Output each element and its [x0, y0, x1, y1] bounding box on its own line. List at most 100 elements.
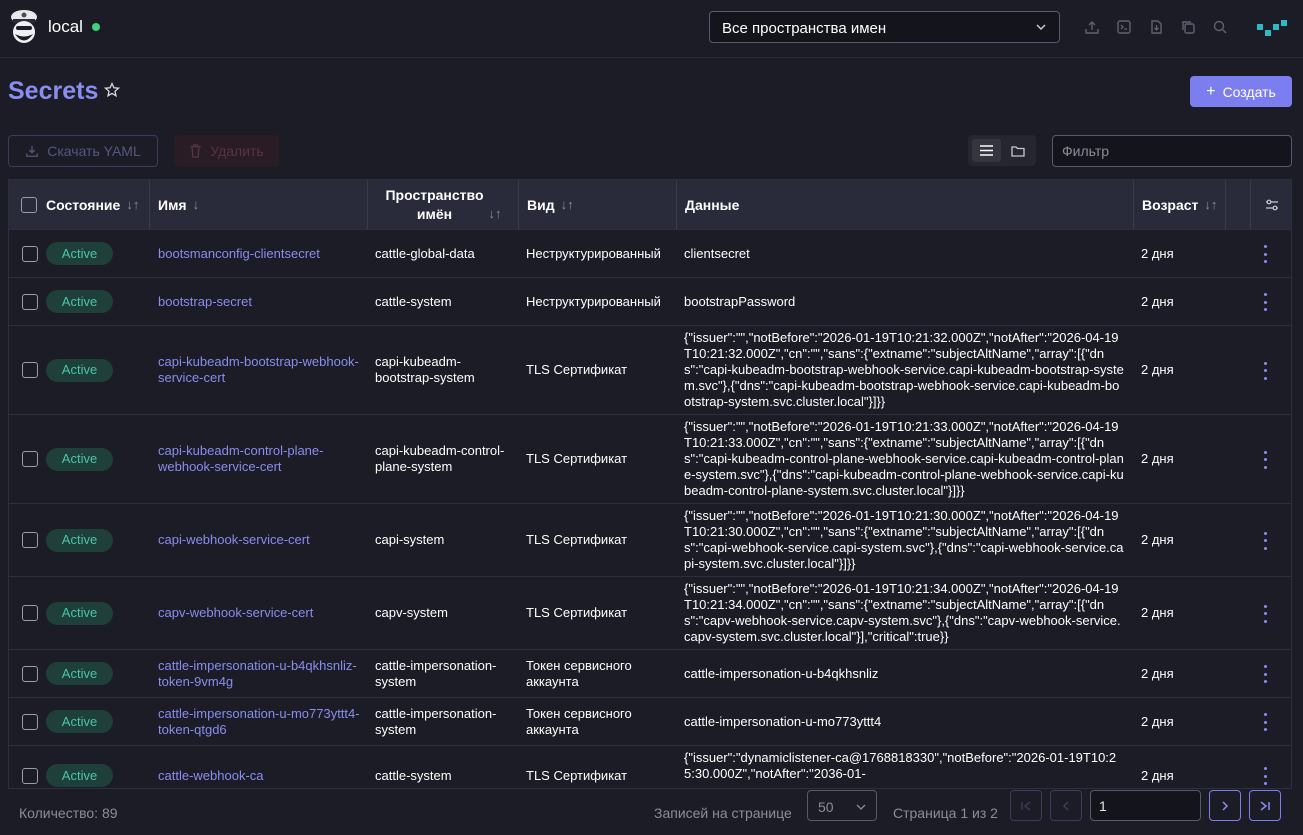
column-namespace[interactable]: Пространство имён ↓↑: [368, 180, 519, 229]
secret-name-link[interactable]: bootstrap-secret: [158, 294, 252, 310]
cluster-name[interactable]: local: [48, 17, 83, 37]
plus-icon: +: [1206, 82, 1216, 100]
state-cell: Active: [9, 230, 150, 277]
secret-name-link[interactable]: bootsmanconfig-clientsecret: [158, 246, 320, 262]
kubectl-shell-icon[interactable]: [1116, 19, 1132, 35]
secret-name-link[interactable]: cattle-webhook-ca: [158, 768, 264, 784]
status-badge: Active: [46, 764, 113, 787]
create-button[interactable]: + Создать: [1190, 76, 1292, 107]
search-icon[interactable]: [1212, 19, 1228, 35]
row-actions-button[interactable]: [1261, 245, 1269, 263]
group-view-button[interactable]: [1006, 139, 1029, 162]
name-cell: cattle-webhook-ca: [158, 746, 363, 788]
status-badge: Active: [46, 242, 113, 265]
per-page-value: 50: [818, 799, 834, 815]
state-cell: Active: [9, 415, 150, 503]
download-kubeconfig-icon[interactable]: [1148, 19, 1164, 35]
star-icon[interactable]: [104, 82, 120, 98]
name-cell: capv-webhook-service-cert: [158, 577, 363, 649]
table-row[interactable]: Active bootsmanconfig-clientsecret cattle-…: [9, 229, 1291, 277]
column-age[interactable]: Возраст ↓↑: [1134, 180, 1226, 229]
secret-name-link[interactable]: capi-kubeadm-control-plane-webhook-servi…: [158, 443, 363, 475]
data-cell: {"issuer":"","notBefore":"2026-01-19T10:…: [684, 330, 1124, 409]
namespace-cell: capi-kubeadm-control-plane-system: [375, 443, 505, 474]
table-row[interactable]: Active capv-webhook-service-cert capv-syst…: [9, 576, 1291, 649]
table-row[interactable]: Active capi-webhook-service-cert capi-syst…: [9, 503, 1291, 576]
row-actions-button[interactable]: [1261, 450, 1269, 469]
column-spacer: [1226, 180, 1251, 229]
filter-input[interactable]: [1052, 135, 1292, 167]
name-cell: cattle-impersonation-u-b4qkhsnliz-token-…: [158, 650, 363, 697]
status-badge: Active: [46, 290, 113, 313]
last-page-icon: [1260, 800, 1270, 811]
secret-name-link[interactable]: capi-kubeadm-bootstrap-webhook-service-c…: [158, 354, 363, 386]
app-logo-icon[interactable]: [1255, 16, 1289, 40]
row-actions-button[interactable]: [1261, 293, 1269, 311]
sort-icon: ↓↑: [1204, 197, 1218, 212]
chevron-right-icon: [1222, 800, 1229, 811]
state-cell: Active: [9, 698, 150, 745]
secret-name-link[interactable]: cattle-impersonation-u-b4qkhsnliz-token-…: [158, 658, 363, 690]
delete-button[interactable]: Удалить: [174, 135, 279, 167]
table-row[interactable]: Active bootstrap-secret cattle-system Нестр…: [9, 277, 1291, 325]
table-row[interactable]: Active cattle-impersonation-u-mo773yttt4-…: [9, 697, 1291, 745]
namespace-select-value: Все пространства имен: [722, 20, 887, 37]
copy-kubeconfig-icon[interactable]: [1180, 19, 1196, 35]
sort-icon: ↓↑: [126, 197, 140, 212]
top-bar: local Все пространства имен: [0, 0, 1303, 58]
folder-icon: [1010, 145, 1025, 157]
status-badge: Active: [46, 710, 113, 733]
column-state-label: Состояние: [46, 196, 121, 213]
first-page-button[interactable]: [1010, 790, 1042, 821]
list-view-button[interactable]: [972, 139, 1001, 162]
row-actions-button[interactable]: [1261, 604, 1269, 623]
page-title: Secrets: [8, 77, 99, 105]
data-cell: {"issuer":"","notBefore":"2026-01-19T10:…: [684, 419, 1124, 498]
download-yaml-button[interactable]: Скачать YAML: [8, 135, 158, 167]
rancher-mascot-icon[interactable]: [8, 7, 40, 47]
name-cell: cattle-impersonation-u-mo773yttt4-token-…: [158, 698, 363, 745]
prev-page-button[interactable]: [1050, 790, 1082, 821]
select-all-checkbox[interactable]: [21, 196, 37, 213]
secret-name-link[interactable]: capi-webhook-service-cert: [158, 532, 310, 548]
row-actions-button[interactable]: [1261, 665, 1269, 683]
table-row[interactable]: Active capi-kubeadm-bootstrap-webhook-ser…: [9, 325, 1291, 414]
row-actions-button[interactable]: [1261, 361, 1269, 380]
column-name[interactable]: Имя ↓: [150, 180, 368, 229]
per-page-select[interactable]: 50: [807, 790, 877, 821]
chevron-down-icon: [1036, 24, 1046, 31]
state-cell: Active: [9, 326, 150, 414]
name-cell: capi-kubeadm-control-plane-webhook-servi…: [158, 415, 363, 503]
namespace-select[interactable]: Все пространства имен: [709, 11, 1060, 43]
age-cell: 2 дня: [1141, 451, 1174, 466]
import-yaml-icon[interactable]: [1084, 19, 1100, 35]
page-number-input[interactable]: [1090, 790, 1201, 821]
next-page-button[interactable]: [1209, 790, 1241, 821]
column-type[interactable]: Вид ↓↑: [519, 180, 677, 229]
type-cell: TLS Сертификат: [526, 362, 628, 377]
secret-name-link[interactable]: cattle-impersonation-u-mo773yttt4-token-…: [158, 706, 363, 738]
row-actions-button[interactable]: [1261, 531, 1269, 550]
column-settings[interactable]: [1251, 180, 1291, 229]
status-badge: Active: [46, 662, 113, 685]
namespace-cell: capv-system: [375, 605, 448, 620]
age-cell: 2 дня: [1141, 665, 1174, 681]
secret-name-link[interactable]: capv-webhook-service-cert: [158, 605, 313, 621]
column-settings-icon: [1266, 199, 1278, 210]
column-namespace-label: Пространство имён: [385, 186, 484, 222]
age-cell: 2 дня: [1141, 245, 1174, 261]
sort-icon: ↓↑: [488, 206, 502, 221]
status-badge: Active: [46, 528, 113, 552]
column-name-label: Имя: [158, 196, 187, 213]
last-page-button[interactable]: [1249, 790, 1281, 821]
table-row[interactable]: Active cattle-webhook-ca cattle-system TLS …: [9, 745, 1291, 788]
row-actions-button[interactable]: [1261, 713, 1269, 731]
namespace-cell: cattle-global-data: [375, 245, 475, 261]
table-row[interactable]: Active cattle-impersonation-u-b4qkhsnliz-…: [9, 649, 1291, 697]
list-icon: [980, 145, 993, 156]
column-state[interactable]: Состояние ↓↑: [9, 180, 150, 229]
row-actions-button[interactable]: [1261, 767, 1269, 785]
table-row[interactable]: Active capi-kubeadm-control-plane-webhook…: [9, 414, 1291, 503]
age-cell: 2 дня: [1141, 293, 1174, 309]
chevron-left-icon: [1062, 800, 1069, 811]
